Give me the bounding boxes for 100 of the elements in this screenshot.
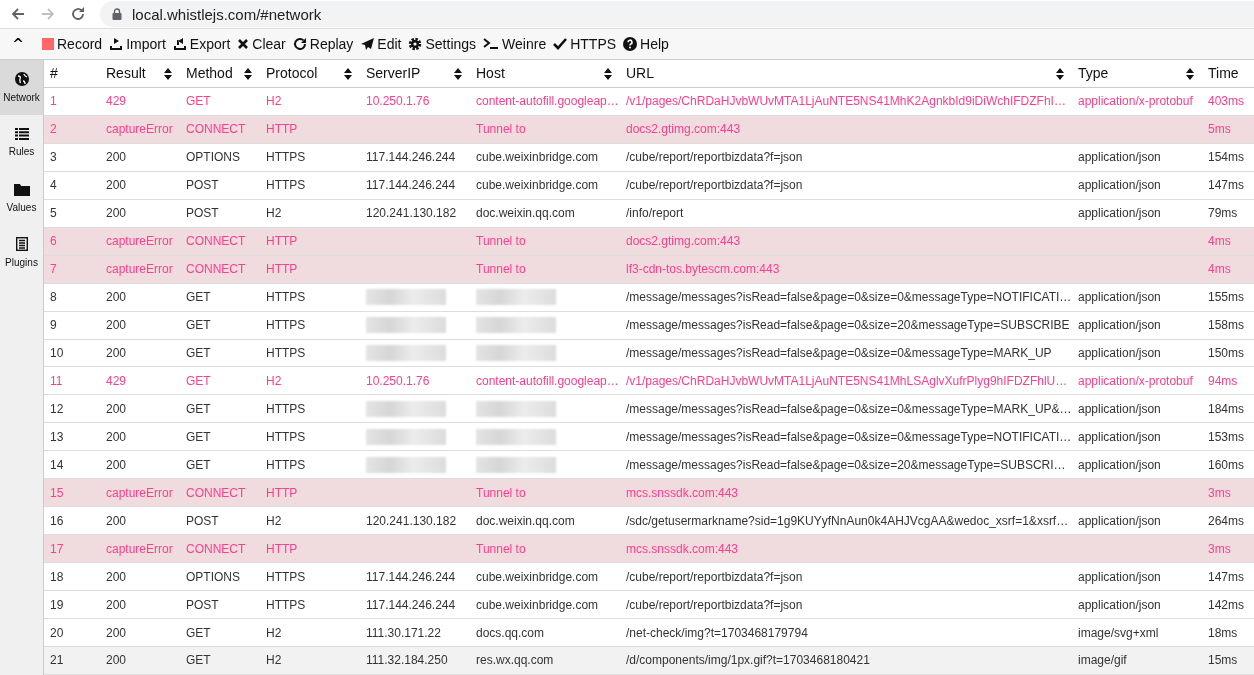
- table-cell: OPTIONS: [186, 150, 240, 165]
- column-header[interactable]: #: [44, 60, 100, 87]
- request-row[interactable]: 9 200 GET HTTPS /message/messages?isRead=false&page=0&size=20&messageType=SUBSCRIBE application/json 158ms: [44, 311, 1254, 340]
- table-cell: res.wx.qq.com: [476, 653, 554, 668]
- column-header[interactable]: Protocol: [260, 60, 360, 87]
- column-header[interactable]: Type: [1072, 60, 1202, 87]
- request-row[interactable]: 18 200 OPTIONS HTTPS 117.144.246.244 cube.weixinbridge.com /cube/report/reportbizdata?f=json application/json 147ms: [44, 563, 1254, 592]
- table-cell: 4ms: [1208, 262, 1231, 277]
- toolbar-button[interactable]: Import: [109, 36, 173, 52]
- column-header[interactable]: Time: [1202, 60, 1254, 87]
- column-header[interactable]: Host: [470, 60, 620, 87]
- table-cell: lf3-cdn-tos.bytescm.com:443: [626, 262, 780, 277]
- table-cell: mcs.snssdk.com:443: [626, 541, 739, 556]
- toolbar-button[interactable]: Export: [172, 36, 238, 52]
- column-header[interactable]: URL: [620, 60, 1072, 87]
- address-bar[interactable]: local.whistlejs.com/#network: [100, 1, 1254, 27]
- table-cell: GET: [186, 94, 211, 109]
- table-cell: 18: [50, 569, 64, 584]
- request-row[interactable]: 3 200 OPTIONS HTTPS 117.144.246.244 cube.weixinbridge.com /cube/report/reportbizdata?f=json application/json 154ms: [44, 143, 1254, 172]
- table-cell: 200: [106, 178, 127, 193]
- table-cell: application/json: [1078, 569, 1161, 584]
- export-icon: [172, 37, 187, 51]
- table-cell: 16: [50, 513, 64, 528]
- sort-icon[interactable]: [1186, 68, 1194, 80]
- sidebar-item[interactable]: Network: [0, 60, 43, 115]
- sort-icon[interactable]: [344, 68, 352, 80]
- sort-icon[interactable]: [164, 68, 172, 80]
- sort-icon[interactable]: [244, 68, 252, 80]
- request-row[interactable]: 19 200 POST HTTPS 117.144.246.244 cube.weixinbridge.com /cube/report/reportbizdata?f=json application/json 142ms: [44, 591, 1254, 620]
- column-header[interactable]: ServerIP: [360, 60, 470, 87]
- table-cell: 9: [50, 318, 57, 333]
- toolbar-button[interactable]: Settings: [408, 36, 484, 52]
- terminal-icon: [483, 38, 500, 50]
- request-row[interactable]: 8 200 GET HTTPS /message/messages?isRead=false&page=0&size=0&messageType=NOTIFICATI… application/json 155ms: [44, 283, 1254, 312]
- request-row[interactable]: 13 200 GET HTTPS /message/messages?isRead=false&page=0&size=0&messageType=NOTIFICATI… application/json 153ms: [44, 423, 1254, 452]
- table-cell: CONNECT: [186, 234, 246, 249]
- toolbar-button[interactable]: Replay: [292, 36, 361, 52]
- column-header[interactable]: Method: [180, 60, 260, 87]
- table-cell: docs.qq.com: [476, 625, 545, 640]
- reload-icon[interactable]: [70, 6, 86, 22]
- table-cell: 147ms: [1208, 569, 1245, 584]
- table-cell: docs2.gtimg.com:443: [626, 234, 741, 249]
- table-cell: H2: [266, 94, 282, 109]
- table-cell: HTTPS: [266, 178, 306, 193]
- table-cell: /v1/pages/ChRDaHJvbWUvMTA1LjAuNTE5NS41MhK2AgnkbId9iDiWchIFDZFhI…: [626, 94, 1066, 109]
- table-cell: 117.144.246.244: [366, 150, 456, 165]
- table-cell: 264ms: [1208, 513, 1245, 528]
- toolbar-button[interactable]: Record: [42, 36, 110, 52]
- sidebar-item[interactable]: Plugins: [0, 225, 43, 280]
- request-row[interactable]: 4 200 POST HTTPS 117.144.246.244 cube.weixinbridge.com /cube/report/reportbizdata?f=json application/json 147ms: [44, 171, 1254, 200]
- sort-icon[interactable]: [604, 68, 612, 80]
- table-cell: GET: [186, 457, 211, 472]
- table-cell: HTTP: [266, 485, 298, 500]
- request-row[interactable]: 21 200 GET H2 111.32.184.250 res.wx.qq.com /d/components/img/1px.gif?t=1703468180421 image/gif 15ms: [44, 647, 1254, 675]
- table-cell: Tunnel to: [476, 122, 526, 137]
- toolbar-button[interactable]: Weinre: [483, 36, 554, 52]
- table-cell: image/gif: [1078, 653, 1127, 668]
- sidebar-item[interactable]: Rules: [0, 115, 43, 170]
- toolbar-button[interactable]: Help: [623, 36, 676, 52]
- column-header[interactable]: Result: [100, 60, 180, 87]
- table-cell: 6: [50, 234, 57, 249]
- table-cell: 11: [50, 373, 63, 388]
- back-icon[interactable]: [10, 6, 26, 22]
- sidebar-item[interactable]: Values: [0, 170, 43, 225]
- toolbar-button[interactable]: Clear: [237, 36, 293, 52]
- table-cell: cube.weixinbridge.com: [476, 597, 599, 612]
- table-cell: cube.weixinbridge.com: [476, 569, 599, 584]
- sort-icon[interactable]: [454, 68, 462, 80]
- toolbar-button[interactable]: Edit: [360, 36, 409, 52]
- table-cell: application/json: [1078, 429, 1161, 444]
- sort-icon[interactable]: [1056, 68, 1064, 80]
- table-cell: application/json: [1078, 206, 1161, 221]
- help-icon: [623, 37, 638, 51]
- table-cell: HTTP: [266, 234, 298, 249]
- table-cell: 79ms: [1208, 206, 1238, 221]
- collapse-button[interactable]: ^: [0, 36, 36, 52]
- table-cell: 120.241.130.182: [366, 206, 457, 221]
- table-cell: 15: [50, 485, 64, 500]
- table-cell: /net-check/img?t=1703468179794: [626, 625, 808, 640]
- table-cell: HTTP: [266, 262, 298, 277]
- request-row[interactable]: 12 200 GET HTTPS /message/messages?isRead=false&page=0&size=0&messageType=MARK_UP&… application/json 184ms: [44, 395, 1254, 424]
- table-cell: /v1/pages/ChRDaHJvbWUvMTA1LjAuNTE5NS41MhLSAglvXufrPlyg9hIFDZFhlU…: [626, 373, 1068, 388]
- table-cell: H2: [266, 653, 282, 668]
- request-row[interactable]: 10 200 GET HTTPS /message/messages?isRead=false&page=0&size=0&messageType=MARK_UP application/json 150ms: [44, 339, 1254, 368]
- table-cell: CONNECT: [186, 262, 246, 277]
- request-row[interactable]: 5 200 POST H2 120.241.130.182 doc.weixin.qq.com /info/report application/json 79ms: [44, 199, 1254, 228]
- folder-icon: [13, 182, 30, 196]
- table-cell: 5: [50, 206, 57, 221]
- table-cell: HTTPS: [266, 429, 306, 444]
- table-cell: 117.144.246.244: [366, 597, 456, 612]
- table-cell: 153ms: [1208, 429, 1245, 444]
- table-cell: /cube/report/reportbizdata?f=json: [626, 178, 803, 193]
- table-cell: GET: [186, 625, 211, 640]
- table-cell: 200: [106, 346, 127, 360]
- table-cell: HTTPS: [266, 150, 306, 165]
- refresh-icon: [292, 37, 307, 51]
- table-cell: 111.30.171.22: [366, 625, 441, 640]
- table-cell: CONNECT: [186, 541, 246, 556]
- settings-icon: [408, 37, 423, 51]
- toolbar-button[interactable]: HTTPS: [553, 36, 624, 52]
